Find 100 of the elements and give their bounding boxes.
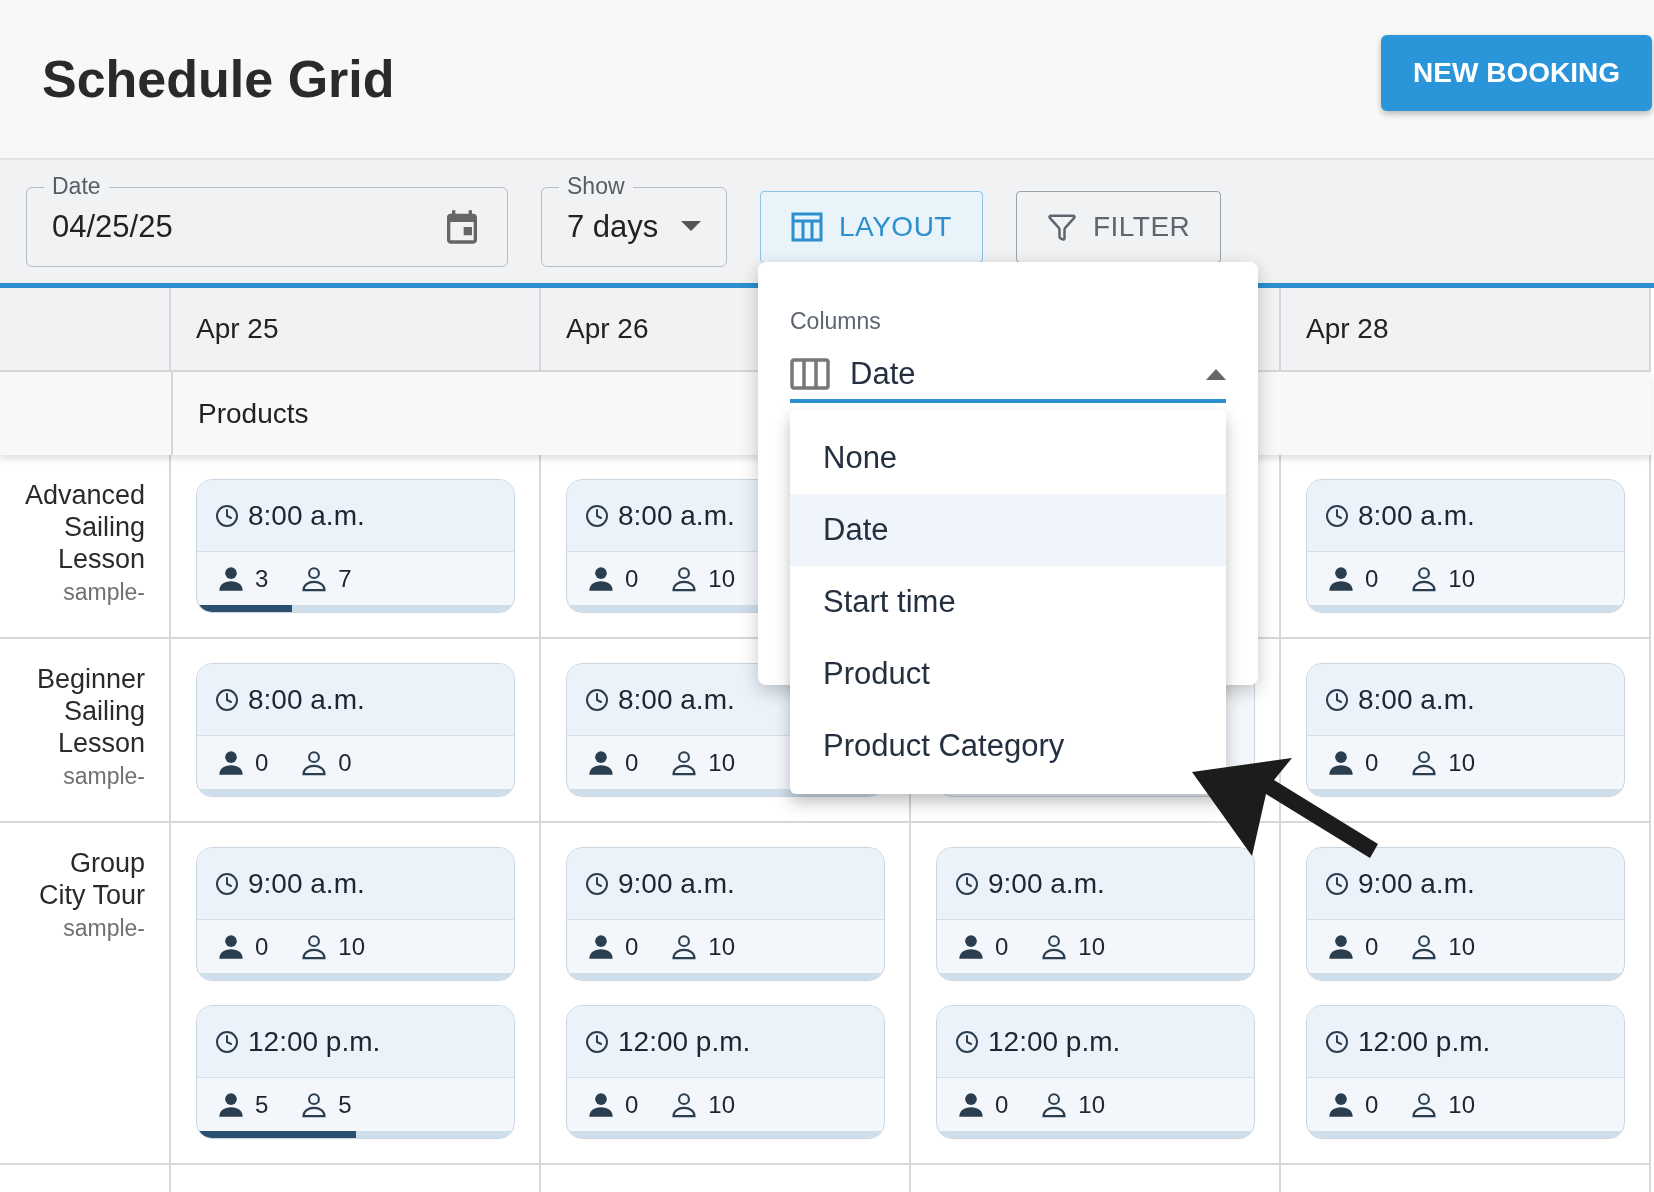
- session-time: 9:00 a.m.: [618, 867, 735, 900]
- menu-option[interactable]: None: [790, 422, 1226, 494]
- available-count: 10: [1078, 932, 1106, 961]
- clock-icon: [1325, 503, 1349, 528]
- clock-icon: [955, 1029, 979, 1054]
- booked-count: 5: [255, 1090, 269, 1119]
- available-count: 7: [338, 564, 352, 593]
- booked-count: 0: [255, 932, 269, 961]
- menu-option[interactable]: Product Category: [790, 710, 1226, 782]
- menu-option[interactable]: Date: [790, 494, 1226, 566]
- available-count: 10: [1078, 1090, 1106, 1119]
- booked-count: 0: [625, 748, 639, 777]
- product-code: sample-: [62, 763, 145, 790]
- session-time: 8:00 a.m.: [248, 683, 365, 716]
- menu-option[interactable]: Start time: [790, 566, 1226, 638]
- caret-icon: [681, 220, 701, 233]
- person-icon: [587, 748, 615, 777]
- person-icon: [1327, 1090, 1355, 1119]
- clock-icon: [955, 871, 979, 896]
- booked-count: 0: [625, 932, 639, 961]
- columns-select[interactable]: Date: [790, 349, 1226, 403]
- available-count: 10: [1448, 932, 1476, 961]
- person-outline-icon: [300, 564, 329, 593]
- clock-icon: [1325, 687, 1349, 712]
- session-time: 8:00 a.m.: [248, 499, 365, 532]
- person-icon: [957, 1090, 985, 1119]
- booked-count: 3: [255, 564, 269, 593]
- session-card[interactable]: 12:00 p.m. 0 10: [1306, 1005, 1625, 1139]
- session-time: 8:00 a.m.: [618, 499, 735, 532]
- person-outline-icon: [670, 564, 699, 593]
- available-count: 10: [1448, 564, 1476, 593]
- session-card[interactable]: 12:00 p.m. 0 10: [936, 1005, 1255, 1139]
- clock-icon: [215, 871, 239, 896]
- available-count: 0: [338, 748, 352, 777]
- columns-icon: [790, 358, 830, 390]
- clock-icon: [585, 1029, 609, 1054]
- clock-icon: [585, 687, 609, 712]
- session-time: 8:00 a.m.: [1358, 683, 1475, 716]
- session-time: 12:00 p.m.: [618, 1025, 751, 1058]
- person-icon: [587, 1090, 615, 1119]
- available-count: 10: [1448, 1090, 1476, 1119]
- available-count: 10: [708, 748, 736, 777]
- booked-count: 0: [1365, 748, 1379, 777]
- session-time: 8:00 a.m.: [618, 683, 735, 716]
- session-card[interactable]: 9:00 a.m. 0 10: [196, 847, 515, 981]
- available-count: 10: [708, 932, 736, 961]
- date-column-header: Apr 28: [1281, 288, 1651, 372]
- clock-icon: [215, 687, 239, 712]
- session-card[interactable]: 8:00 a.m. 0 10: [1306, 479, 1625, 613]
- session-card[interactable]: 12:00 p.m. 5 5: [196, 1005, 515, 1139]
- clock-icon: [585, 503, 609, 528]
- session-card[interactable]: 8:00 a.m. 3 7: [196, 479, 515, 613]
- person-outline-icon: [1040, 932, 1069, 961]
- clock-icon: [215, 503, 239, 528]
- session-card[interactable]: 9:00 a.m. 0 10: [936, 847, 1255, 981]
- product-code: sample-: [62, 915, 145, 942]
- person-icon: [587, 564, 615, 593]
- product-code: sample-: [62, 579, 145, 606]
- booked-count: 0: [1365, 1090, 1379, 1119]
- person-outline-icon: [1040, 1090, 1069, 1119]
- clock-icon: [215, 1029, 239, 1054]
- menu-option[interactable]: Product: [790, 638, 1226, 710]
- person-icon: [957, 932, 985, 961]
- person-outline-icon: [300, 932, 329, 961]
- session-time: 9:00 a.m.: [988, 867, 1105, 900]
- session-time: 12:00 p.m.: [988, 1025, 1121, 1058]
- person-outline-icon: [670, 1090, 699, 1119]
- caret-up-icon: [1206, 368, 1226, 380]
- booked-count: 0: [255, 748, 269, 777]
- available-count: 10: [708, 564, 736, 593]
- person-outline-icon: [300, 748, 329, 777]
- session-card[interactable]: 9:00 a.m. 0 10: [1306, 847, 1625, 981]
- person-icon: [1327, 932, 1355, 961]
- columns-label: Columns: [790, 308, 882, 335]
- session-card[interactable]: 12:00 p.m. 0 10: [566, 1005, 885, 1139]
- person-outline-icon: [1410, 932, 1439, 961]
- session-card[interactable]: 9:00 a.m. 0 10: [566, 847, 885, 981]
- date-field[interactable]: Date 04/25/25: [26, 170, 508, 267]
- person-outline-icon: [1410, 748, 1439, 777]
- date-column-header: Apr 25: [171, 288, 541, 372]
- person-outline-icon: [670, 748, 699, 777]
- session-time: 9:00 a.m.: [248, 867, 365, 900]
- session-card[interactable]: 8:00 a.m. 0 10: [1306, 663, 1625, 797]
- clock-icon: [1325, 1029, 1349, 1054]
- person-icon: [217, 1090, 245, 1119]
- session-card[interactable]: 8:00 a.m. 0 0: [196, 663, 515, 797]
- clock-icon: [1325, 871, 1349, 896]
- available-count: 5: [338, 1090, 352, 1119]
- booked-count: 0: [625, 1090, 639, 1119]
- booked-count: 0: [995, 932, 1009, 961]
- person-outline-icon: [300, 1090, 329, 1119]
- person-icon: [217, 932, 245, 961]
- booked-count: 0: [625, 564, 639, 593]
- product-name: Advanced Sailing Lesson: [23, 479, 145, 575]
- page-title: Schedule Grid: [42, 49, 395, 109]
- person-icon: [1327, 564, 1355, 593]
- show-select[interactable]: Show 7 days: [541, 170, 727, 267]
- person-outline-icon: [1410, 564, 1439, 593]
- person-outline-icon: [1410, 1090, 1439, 1119]
- person-icon: [1327, 748, 1355, 777]
